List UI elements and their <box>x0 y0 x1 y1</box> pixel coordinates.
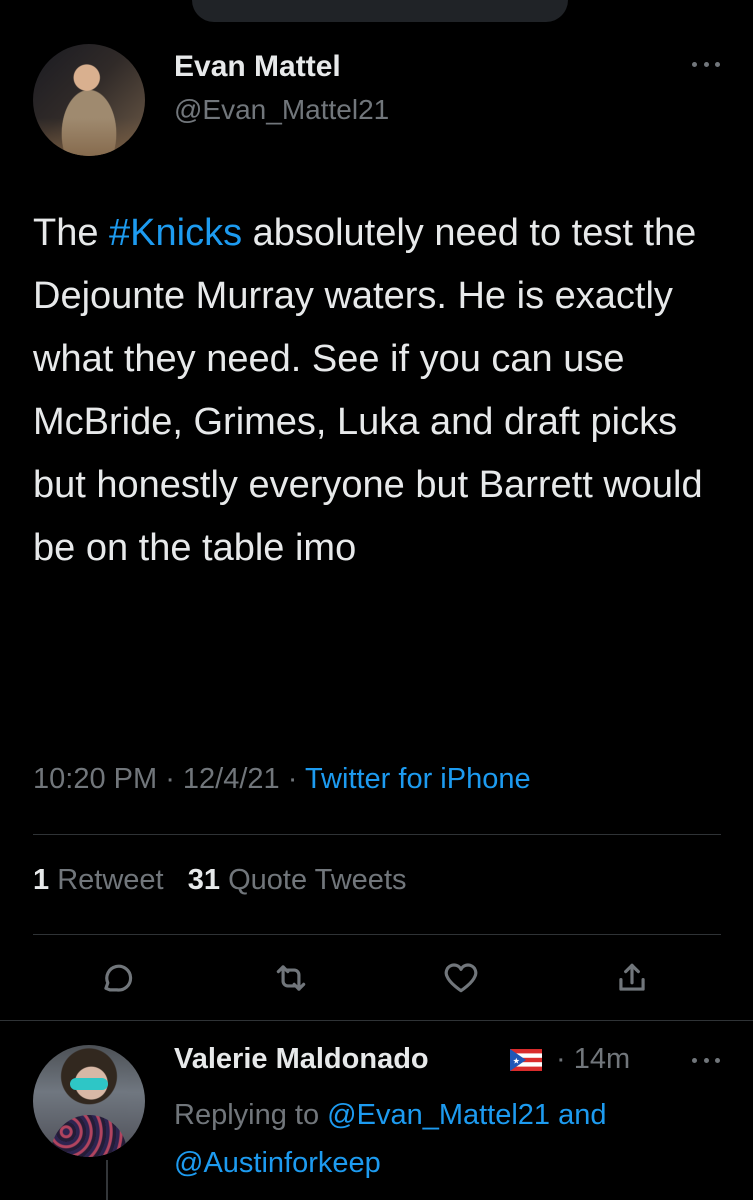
like-icon <box>444 963 478 993</box>
mention-evan-mattel21[interactable]: @Evan_Mattel21 <box>327 1099 550 1131</box>
tweet-text-prefix: The <box>33 212 110 254</box>
replying-prefix: Replying to <box>174 1099 328 1131</box>
divider <box>33 934 721 935</box>
retweet-button[interactable] <box>271 958 311 998</box>
tweet-text-rest: absolutely need to test the Dejounte Mur… <box>33 212 703 569</box>
reply-icon <box>104 964 133 992</box>
reply-author-name[interactable]: Valerie Maldonado <box>174 1043 429 1076</box>
retweets-count: 1 <box>33 864 50 896</box>
author-handle[interactable]: @Evan_Mattel21 <box>174 94 389 126</box>
tweet-meta: 10:20 PM · 12/4/21 · Twitter for iPhone <box>33 763 531 796</box>
reply-button[interactable] <box>97 958 137 998</box>
quotes-count: 31 <box>187 864 221 896</box>
reply-time: · 14m <box>556 1043 631 1075</box>
like-button[interactable] <box>441 958 481 998</box>
reply-author-avatar[interactable] <box>33 1045 145 1157</box>
tweet-stats: 1 Retweet 31 Quote Tweets <box>33 864 407 897</box>
device-notch <box>192 0 568 22</box>
divider <box>0 1020 753 1021</box>
retweets-stat[interactable]: 1 Retweet <box>33 864 164 896</box>
hashtag-knicks[interactable]: #Knicks <box>109 212 242 254</box>
thread-line <box>106 1160 108 1200</box>
mention-conjunction: and <box>550 1099 607 1131</box>
tweet-time: 10:20 PM <box>33 763 158 795</box>
replying-to-text: Replying to @Evan_Mattel21 and @Austinfor… <box>174 1091 734 1187</box>
tweet-source-link[interactable]: Twitter for iPhone <box>305 763 531 795</box>
puerto-rico-flag-icon <box>510 1049 542 1071</box>
quotes-label: Quote Tweets <box>228 864 407 896</box>
more-options-icon[interactable] <box>692 60 720 68</box>
mention-austinforkeep[interactable]: @Austinforkeep <box>174 1147 381 1179</box>
reply-more-options-icon[interactable] <box>692 1056 720 1064</box>
tweet-date: 12/4/21 <box>182 763 280 795</box>
author-avatar[interactable] <box>33 44 145 156</box>
meta-separator-2: · <box>279 763 305 795</box>
author-name[interactable]: Evan Mattel <box>174 50 341 84</box>
divider <box>33 834 721 835</box>
share-icon <box>619 963 645 991</box>
meta-separator-1: · <box>157 763 183 795</box>
retweets-label: Retweet <box>57 864 164 896</box>
share-button[interactable] <box>612 958 652 998</box>
retweet-icon <box>276 965 306 991</box>
tweet-text: The #Knicks absolutely need to test the … <box>33 202 723 580</box>
quote-tweets-stat[interactable]: 31 Quote Tweets <box>188 864 407 896</box>
